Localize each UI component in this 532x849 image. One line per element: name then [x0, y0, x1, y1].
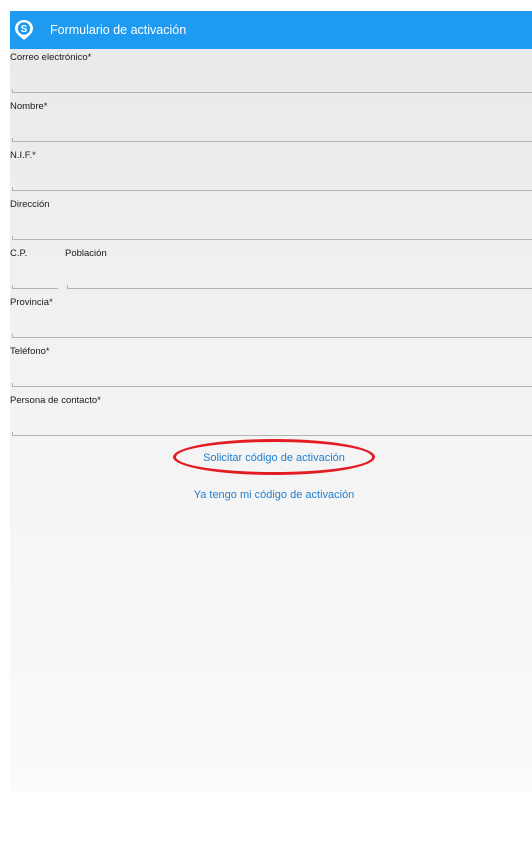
svg-text:S: S	[21, 24, 28, 35]
phone-field-tick	[12, 383, 13, 387]
contact-label: Persona de contacto*	[10, 395, 101, 406]
city-field[interactable]	[67, 270, 532, 289]
app-bar: S Formulario de activación	[10, 11, 532, 49]
province-field[interactable]	[12, 319, 532, 338]
s-pin-logo-icon: S	[15, 20, 33, 40]
contact-field-tick	[12, 432, 13, 436]
postal-code-field[interactable]	[12, 270, 58, 289]
phone-field[interactable]	[12, 368, 532, 387]
city-field-tick	[67, 285, 68, 289]
address-field[interactable]	[12, 221, 532, 240]
name-field[interactable]	[12, 123, 532, 142]
request-code-link[interactable]: Solicitar código de activación	[173, 451, 375, 465]
address-field-tick	[12, 236, 13, 240]
have-code-link[interactable]: Ya tengo mi código de activación	[173, 488, 375, 502]
phone-label: Teléfono*	[10, 346, 50, 357]
postal-code-field-tick	[12, 285, 13, 289]
email-label: Correo electrónico*	[10, 52, 92, 63]
name-label: Nombre*	[10, 101, 48, 112]
city-label: Población	[65, 248, 107, 259]
nif-field-tick	[12, 187, 13, 191]
email-field-tick	[12, 89, 13, 93]
contact-field[interactable]	[12, 417, 532, 436]
province-field-tick	[12, 334, 13, 338]
address-label: Dirección	[10, 199, 50, 210]
province-label: Provincia*	[10, 297, 53, 308]
app-title: Formulario de activación	[50, 23, 187, 37]
email-field[interactable]	[12, 74, 532, 93]
nif-field[interactable]	[12, 172, 532, 191]
name-field-tick	[12, 138, 13, 142]
postal-code-label: C.P.	[10, 248, 28, 259]
nif-label: N.I.F.*	[10, 150, 36, 161]
